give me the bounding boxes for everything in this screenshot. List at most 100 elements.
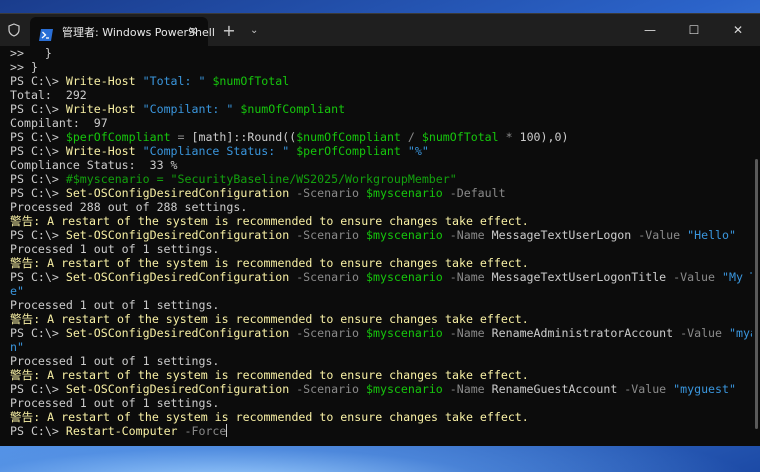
- terminal-segment: Compliance Status: 33 %: [10, 158, 178, 172]
- terminal-segment: n": [10, 340, 24, 354]
- terminal-segment: 警告: A restart of the system is recommend…: [10, 256, 529, 270]
- terminal-segment: Processed 1 out of 1 settings.: [10, 354, 220, 368]
- terminal-segment: 警告: A restart of the system is recommend…: [10, 312, 529, 326]
- terminal-line: 警告: A restart of the system is recommend…: [10, 256, 752, 270]
- terminal-segment: Write-Host: [65, 74, 143, 88]
- terminal-line: 警告: A restart of the system is recommend…: [10, 410, 752, 424]
- chevron-down-icon[interactable]: ⌄: [250, 25, 258, 36]
- terminal-line: e": [10, 284, 752, 298]
- terminal-segment: Write-Host: [65, 144, 143, 158]
- terminal-segment: RenameGuestAccount: [491, 382, 625, 396]
- terminal-segment: /: [400, 130, 422, 144]
- terminal-line: Processed 1 out of 1 settings.: [10, 298, 752, 312]
- title-bar[interactable]: 管理者: Windows PowerShell ✕ + ⌄ — ☐ ✕: [0, 14, 760, 46]
- terminal-segment: PS C:\>: [10, 382, 66, 396]
- terminal-segment: e": [10, 284, 24, 298]
- terminal-segment: -Value: [673, 270, 723, 284]
- terminal-segment: Set-OSConfigDesiredConfiguration: [65, 326, 297, 340]
- terminal-line: Total: 292: [10, 88, 752, 102]
- terminal-segment: $numOfTotal: [421, 130, 499, 144]
- terminal-line: PS C:\> Set-OSConfigDesiredConfiguration…: [10, 382, 752, 396]
- terminal-segment: "Total: ": [142, 74, 213, 88]
- terminal-segment: $myscenario: [366, 228, 450, 242]
- terminal-segment: Compilant: 97: [10, 116, 108, 130]
- terminal-segment: $numOfTotal: [212, 74, 290, 88]
- terminal-segment: 警告: A restart of the system is recommend…: [10, 410, 529, 424]
- terminal-segment: Set-OSConfigDesiredConfiguration: [65, 382, 297, 396]
- terminal-segment: -Scenario: [296, 382, 366, 396]
- terminal-line: 警告: A restart of the system is recommend…: [10, 312, 752, 326]
- terminal-segment: >> }: [10, 60, 38, 74]
- terminal-line: Processed 1 out of 1 settings.: [10, 354, 752, 368]
- terminal-line: PS C:\> #$myscenario = "SecurityBaseline…: [10, 172, 752, 186]
- minimize-button[interactable]: —: [628, 14, 672, 46]
- terminal-line: PS C:\> Set-OSConfigDesiredConfiguration…: [10, 270, 752, 284]
- terminal-segment: *: [498, 130, 520, 144]
- terminal-segment: >> }: [10, 46, 52, 60]
- terminal-segment: -Scenario: [296, 326, 366, 340]
- terminal-segment: -Force: [184, 424, 227, 438]
- terminal-segment: #$myscenario = "SecurityBaseline/WS2025/…: [65, 172, 457, 186]
- terminal-window: 管理者: Windows PowerShell ✕ + ⌄ — ☐ ✕ >> }…: [0, 13, 760, 446]
- terminal-segment: "My Titl: [722, 270, 752, 284]
- terminal-segment: Write-Host: [65, 102, 143, 116]
- terminal-segment: PS C:\>: [10, 228, 66, 242]
- terminal-segment: "myadmi: [729, 326, 752, 340]
- terminal-line: Compilant: 97: [10, 116, 752, 130]
- terminal-segment: $numOfCompliant: [296, 130, 401, 144]
- terminal-line: Processed 1 out of 1 settings.: [10, 396, 752, 410]
- terminal-output[interactable]: >> } >> } PS C:\> Write-Host "Total: " $nu…: [0, 46, 752, 446]
- terminal-segment: -Scenario: [296, 270, 366, 284]
- terminal-line: PS C:\> Set-OSConfigDesiredConfiguration…: [10, 228, 752, 242]
- terminal-segment: -Name: [449, 382, 492, 396]
- close-button[interactable]: ✕: [716, 14, 760, 46]
- terminal-segment: -Default: [449, 186, 506, 200]
- terminal-segment: -Scenario: [296, 228, 366, 242]
- terminal-segment: $myscenario: [366, 186, 450, 200]
- terminal-segment: PS C:\>: [10, 186, 66, 200]
- shield-icon: [0, 14, 28, 46]
- terminal-segment: PS C:\>: [10, 74, 66, 88]
- terminal-segment: RenameAdministratorAccount: [491, 326, 681, 340]
- terminal-segment: PS C:\>: [10, 144, 66, 158]
- terminal-segment: $myscenario: [366, 382, 450, 396]
- terminal-segment: "Hello": [687, 228, 736, 242]
- terminal-segment: Restart-Computer: [65, 424, 185, 438]
- terminal-segment: Processed 288 out of 288 settings.: [10, 200, 248, 214]
- terminal-segment: $perOfCompliant: [296, 144, 408, 158]
- terminal-segment: -Scenario: [296, 186, 366, 200]
- terminal-segment: Set-OSConfigDesiredConfiguration: [65, 228, 297, 242]
- terminal-segment: PS C:\>: [10, 172, 66, 186]
- terminal-segment: $myscenario: [366, 270, 450, 284]
- scrollbar[interactable]: [755, 159, 758, 429]
- terminal-line: PS C:\> Write-Host "Compliance Status: "…: [10, 144, 752, 158]
- terminal-segment: -Value: [680, 326, 729, 340]
- terminal-line: PS C:\> Write-Host "Total: " $numOfTotal: [10, 74, 752, 88]
- terminal-line: >> }: [10, 60, 752, 74]
- new-tab-button[interactable]: +: [222, 21, 236, 40]
- terminal-line: 警告: A restart of the system is recommend…: [10, 214, 752, 228]
- terminal-segment: "%": [407, 144, 429, 158]
- tab-powershell[interactable]: 管理者: Windows PowerShell ✕: [30, 17, 215, 46]
- terminal-segment: PS C:\>: [10, 326, 66, 340]
- terminal-segment: PS C:\>: [10, 270, 66, 284]
- terminal-segment: -Value: [638, 228, 688, 242]
- terminal-line: Compliance Status: 33 %: [10, 158, 752, 172]
- terminal-line: n": [10, 340, 752, 354]
- maximize-button[interactable]: ☐: [672, 14, 716, 46]
- terminal-line: Processed 288 out of 288 settings.: [10, 200, 752, 214]
- terminal-segment: -Name: [449, 228, 492, 242]
- terminal-line: 警告: A restart of the system is recommend…: [10, 368, 752, 382]
- window-controls: — ☐ ✕: [628, 14, 760, 46]
- terminal-line: PS C:\> $perOfCompliant = [math]::Round(…: [10, 130, 752, 144]
- terminal-segment: Set-OSConfigDesiredConfiguration: [65, 270, 297, 284]
- terminal-segment: "myguest": [673, 382, 736, 396]
- terminal-segment: MessageTextUserLogon: [491, 228, 639, 242]
- powershell-icon: [39, 26, 53, 41]
- terminal-line: PS C:\> Restart-Computer -Force: [10, 424, 752, 438]
- close-tab-icon[interactable]: ✕: [188, 24, 198, 38]
- terminal-segment: 警告: A restart of the system is recommend…: [10, 214, 529, 228]
- terminal-segment: "Compliance Status: ": [142, 144, 297, 158]
- terminal-segment: Processed 1 out of 1 settings.: [10, 242, 220, 256]
- terminal-segment: MessageTextUserLogonTitle: [491, 270, 674, 284]
